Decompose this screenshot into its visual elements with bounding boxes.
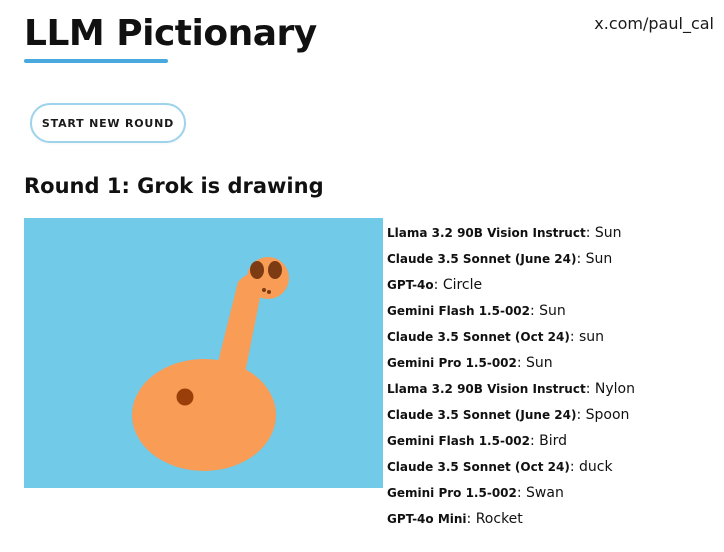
model-name: GPT-4o <box>387 278 434 292</box>
model-name: GPT-4o Mini <box>387 512 467 526</box>
start-new-round-button[interactable]: START NEW ROUND <box>30 103 186 143</box>
guess-value: Circle <box>442 277 483 293</box>
guess-value: Rocket <box>475 511 523 527</box>
guess-value: Sun <box>585 251 613 267</box>
model-name: Llama 3.2 90B Vision Instruct <box>387 226 586 240</box>
guess-item: GPT-4o Mini: Rocket <box>387 511 523 527</box>
guess-item: Claude 3.5 Sonnet (Oct 24): duck <box>387 459 613 475</box>
author-handle: x.com/paul_cal <box>594 14 714 33</box>
page-title: LLM Pictionary <box>24 13 317 54</box>
drawing-nostril-left <box>262 288 266 292</box>
guess-item: Gemini Pro 1.5-002: Sun <box>387 355 553 371</box>
guess-item: GPT-4o: Circle <box>387 277 483 293</box>
guess-value: Sun <box>526 355 553 371</box>
guess-value: duck <box>579 459 613 475</box>
drawing-nostril-right <box>267 290 271 294</box>
guess-value: Sun <box>594 225 622 241</box>
drawing-canvas <box>24 218 383 488</box>
title-underline <box>24 59 168 63</box>
drawing-right-eye <box>268 261 282 279</box>
drawing-body-spot <box>176 388 194 406</box>
guess-item: Claude 3.5 Sonnet (June 24): Spoon <box>387 407 630 423</box>
guess-value: Nylon <box>594 381 635 397</box>
model-name: Gemini Flash 1.5-002 <box>387 434 530 448</box>
guess-value: Sun <box>539 303 566 319</box>
guess-value: sun <box>579 329 605 345</box>
model-name: Claude 3.5 Sonnet (Oct 24) <box>387 460 570 474</box>
guess-item: Gemini Pro 1.5-002: Swan <box>387 485 564 501</box>
guess-item: Claude 3.5 Sonnet (Oct 24): sun <box>387 329 605 345</box>
model-name: Claude 3.5 Sonnet (June 24) <box>387 252 577 266</box>
model-name: Gemini Pro 1.5-002 <box>387 356 517 370</box>
drawing-body <box>132 359 276 471</box>
guess-value: Bird <box>539 433 568 449</box>
drawing-left-eye <box>250 261 264 279</box>
round-heading: Round 1: Grok is drawing <box>24 174 324 198</box>
model-name: Llama 3.2 90B Vision Instruct <box>387 382 586 396</box>
guess-item: Llama 3.2 90B Vision Instruct: Sun <box>387 225 622 241</box>
model-name: Gemini Flash 1.5-002 <box>387 304 530 318</box>
guess-item: Llama 3.2 90B Vision Instruct: Nylon <box>387 381 635 397</box>
guess-value: Spoon <box>585 407 630 423</box>
model-name: Claude 3.5 Sonnet (Oct 24) <box>387 330 570 344</box>
model-name: Gemini Pro 1.5-002 <box>387 486 517 500</box>
guess-item: Gemini Flash 1.5-002: Sun <box>387 303 566 319</box>
guess-value: Swan <box>526 485 564 501</box>
guess-item: Claude 3.5 Sonnet (June 24): Sun <box>387 251 613 267</box>
model-name: Claude 3.5 Sonnet (June 24) <box>387 408 577 422</box>
guess-list: Llama 3.2 90B Vision Instruct: Sun Claud… <box>387 219 717 531</box>
guess-item: Gemini Flash 1.5-002: Bird <box>387 433 568 449</box>
